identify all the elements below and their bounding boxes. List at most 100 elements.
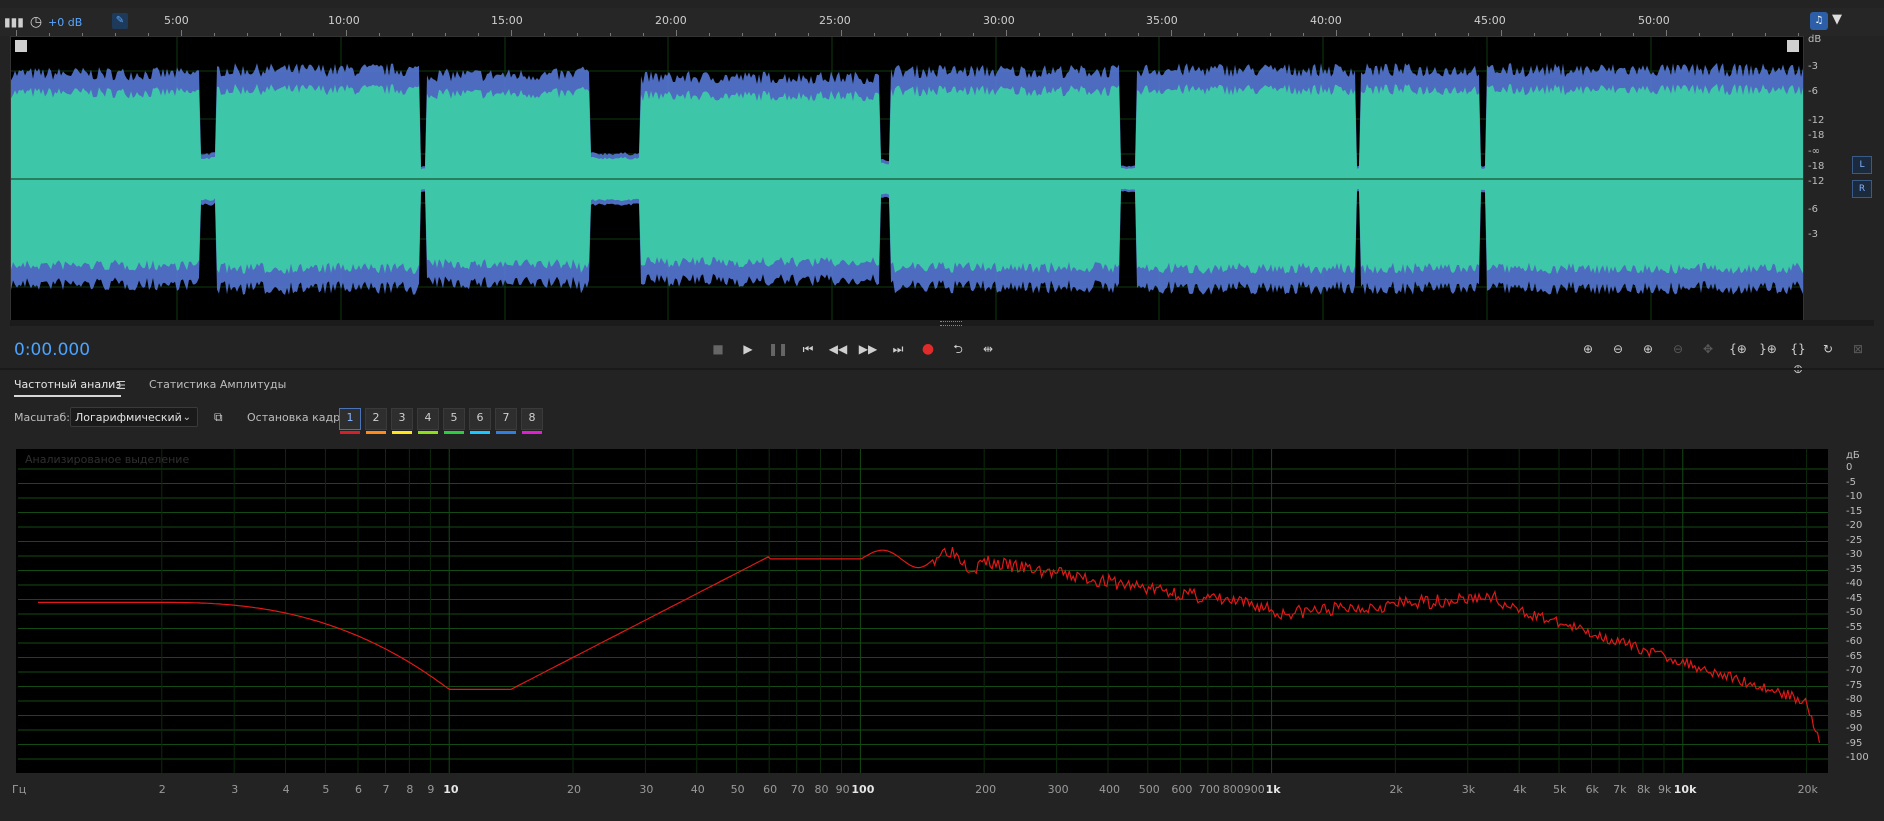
spectrum-db-label: -10 (1846, 491, 1863, 502)
hold-button-6[interactable]: 6 (469, 408, 491, 434)
zoom-reset-icon: ↻ (1822, 342, 1834, 356)
copy-icon[interactable]: ⧉ (214, 410, 228, 424)
waveform (11, 37, 1803, 321)
pause-icon: ❚❚ (767, 342, 789, 356)
marker-icon[interactable]: ▼ (1832, 12, 1846, 30)
horizontal-scrollbar[interactable] (10, 320, 1874, 326)
frequency-label: 20k (1797, 783, 1818, 796)
volume-control[interactable]: ▮▮▮ ◷ +0 dB (4, 10, 122, 34)
record-button[interactable]: ● (917, 339, 939, 359)
ruler-tick-label: 10:00 (328, 14, 360, 27)
ruler-tick-label: 30:00 (983, 14, 1015, 27)
spectrum-db-label: -30 (1846, 549, 1863, 560)
hold-color-bar (444, 431, 464, 434)
frequency-label: 3k (1461, 783, 1476, 796)
waveform-db-label: -18 (1808, 130, 1825, 141)
ruler-tick-label: 25:00 (819, 14, 851, 27)
waveform-db-label: -3 (1808, 229, 1818, 240)
scale-select-value: Логарифмический (75, 411, 182, 424)
hold-button-7[interactable]: 7 (495, 408, 517, 434)
play-button[interactable]: ▶ (737, 339, 759, 359)
zoom-fit-button[interactable]: ✥ (1696, 339, 1720, 359)
frequency-label: 50 (730, 783, 745, 796)
waveform-db-label: -6 (1808, 86, 1818, 97)
panel-divider[interactable] (0, 368, 1884, 370)
waveform-db-label: -12 (1808, 115, 1825, 126)
hold-button-2[interactable]: 2 (365, 408, 387, 434)
zoom-out-time-button[interactable]: ⊖ (1666, 339, 1690, 359)
play-icon: ▶ (743, 342, 753, 356)
fade-in-handle[interactable] (15, 40, 27, 52)
spectrum-db-label: -5 (1846, 476, 1856, 488)
zoom-in-start-button[interactable]: {⊕ (1726, 339, 1750, 359)
frequency-label: 20 (566, 783, 581, 796)
zoom-in-time-button[interactable]: ⊕ (1636, 339, 1660, 359)
spectrum-db-label: -35 (1846, 563, 1863, 575)
spectrum-graph (16, 449, 1828, 773)
zoom-full-button[interactable]: ⊠ (1846, 339, 1870, 359)
zoom-reset-button[interactable]: ↻ (1816, 339, 1840, 359)
frequency-label: 900 (1243, 783, 1265, 796)
stop-button[interactable]: ■ (707, 339, 729, 359)
tab-frequency-analysis[interactable]: Частотный анализ (14, 378, 122, 397)
spectrum-db-label: -95 (1846, 737, 1863, 749)
spectrum-db-label: -20 (1846, 520, 1863, 531)
hold-button-1[interactable]: 1 (339, 408, 361, 434)
headphones-icon[interactable]: ♫ (1810, 12, 1828, 30)
loop-button[interactable]: ⮌ (947, 339, 969, 359)
channel-left-toggle[interactable]: L (1852, 156, 1872, 174)
hold-color-bar (470, 431, 490, 434)
skip-end-icon: ⏭ (892, 342, 904, 356)
zoom-in-start-icon: {⊕ (1729, 342, 1747, 356)
tab-menu-icon[interactable]: ☰ (116, 379, 126, 392)
skip-end-button[interactable]: ⏭ (887, 339, 909, 359)
frequency-label: 5k (1553, 783, 1567, 796)
spectrum-caption: Анализированое выделение (25, 453, 190, 466)
frequency-label: 500 (1138, 783, 1160, 796)
hold-button-5[interactable]: 5 (443, 408, 465, 434)
channel-right-toggle[interactable]: R (1852, 180, 1872, 198)
hold-number: 3 (398, 411, 406, 424)
zoom-in-amplitude-button[interactable]: ⊕ (1576, 339, 1600, 359)
current-time: 0:00.000 (14, 340, 91, 360)
frequency-label: 6k (1585, 783, 1599, 796)
ruler-tick-label: 50:00 (1638, 14, 1670, 27)
fast-forward-icon: ▶▶ (858, 342, 878, 356)
frequency-label: 300 (1047, 783, 1069, 796)
pin-icon[interactable]: ✎ (112, 13, 128, 29)
zoom-in-end-button[interactable]: }⊕ (1756, 339, 1780, 359)
waveform-view[interactable] (10, 36, 1804, 322)
spectrum-db-label: -70 (1846, 665, 1863, 676)
ruler-tick-label: 40:00 (1310, 14, 1342, 27)
frequency-label: 200 (975, 783, 997, 796)
zoom-selection-button[interactable]: {}⊕ (1786, 339, 1810, 376)
scroll-grip-icon[interactable] (940, 321, 962, 326)
scale-select[interactable]: Логарифмический ⌄ (70, 407, 198, 427)
time-ruler[interactable]: 5:00 10:00 15:00 20:00 25:00 30:00 35:00 40:00 4… (0, 8, 1884, 36)
rewind-button[interactable]: ◀◀ (827, 339, 849, 359)
spectrum-db-label: -60 (1846, 636, 1863, 647)
waveform-db-label: -18 (1808, 161, 1825, 172)
knob-icon[interactable]: ◷ (30, 14, 42, 30)
spectrum-plot[interactable] (16, 449, 1828, 773)
frequency-label: 30 (639, 783, 654, 796)
skip-start-button[interactable]: ⏮ (797, 339, 819, 359)
hold-color-bar (366, 431, 386, 434)
tab-amplitude-statistics[interactable]: Статистика Амплитуды (149, 378, 286, 391)
stop-icon: ■ (712, 342, 724, 356)
spectrum-db-label: дБ (1846, 450, 1860, 461)
frequency-label: 2k (1389, 783, 1403, 796)
skip-silence-button[interactable]: ⇹ (977, 339, 999, 359)
pause-button[interactable]: ❚❚ (767, 339, 789, 359)
fade-out-handle[interactable] (1787, 40, 1799, 52)
frequency-label: 10 (443, 783, 459, 796)
frequency-label: 60 (763, 783, 778, 796)
ruler-tick-label: 35:00 (1146, 14, 1178, 27)
hold-button-8[interactable]: 8 (521, 408, 543, 434)
hold-button-4[interactable]: 4 (417, 408, 439, 434)
zoom-out-amplitude-button[interactable]: ⊖ (1606, 339, 1630, 359)
fast-forward-button[interactable]: ▶▶ (857, 339, 879, 359)
hold-button-3[interactable]: 3 (391, 408, 413, 434)
frequency-label: 6 (354, 783, 362, 796)
scale-label: Масштаб: (14, 411, 70, 424)
